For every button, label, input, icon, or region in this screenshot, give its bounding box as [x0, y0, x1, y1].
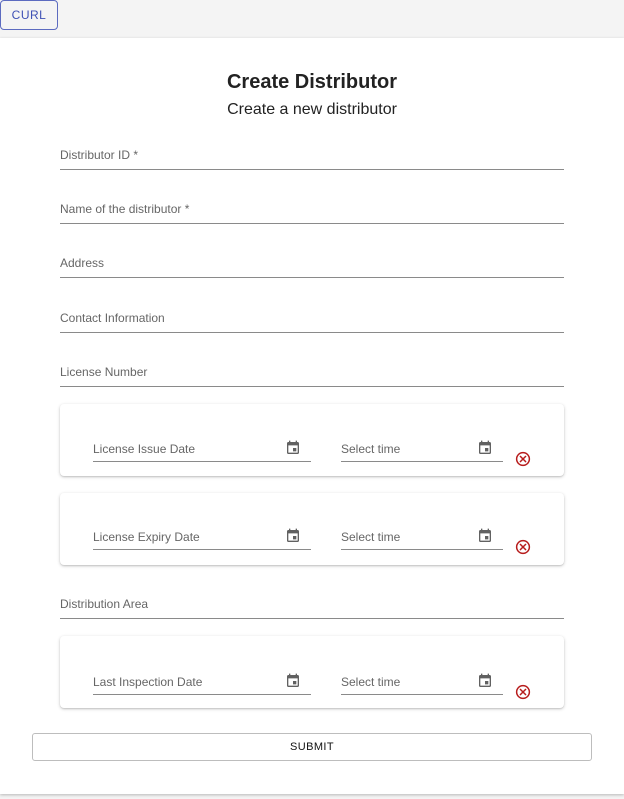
calendar-icon[interactable]: [477, 440, 493, 456]
calendar-icon[interactable]: [285, 528, 301, 544]
curl-button[interactable]: CURL: [0, 0, 58, 30]
distributor-name-field[interactable]: Name of the distributor *: [60, 200, 564, 224]
license-expiry-date-label: License Expiry Date: [93, 530, 200, 544]
page-subtitle: Create a new distributor: [227, 101, 397, 118]
clear-circle-icon[interactable]: [514, 450, 532, 468]
distributor-id-field[interactable]: Distributor ID *: [60, 146, 564, 170]
last-inspection-time-label: Select time: [341, 675, 401, 689]
license-expiry-time-field[interactable]: Select time: [341, 526, 503, 550]
page-title: Create Distributor: [226, 71, 398, 93]
license-issue-time-field[interactable]: Select time: [341, 438, 503, 462]
clear-circle-icon[interactable]: [514, 683, 532, 701]
calendar-icon[interactable]: [285, 673, 301, 689]
submit-button[interactable]: SUBMIT: [32, 733, 592, 761]
create-distributor-card: Create Distributor Create a new distribu…: [0, 38, 624, 794]
calendar-icon[interactable]: [285, 440, 301, 456]
license-expiry-time-label: Select time: [341, 530, 401, 544]
license-expiry-datetime: License Expiry Date Select time: [60, 493, 564, 565]
clear-circle-icon[interactable]: [514, 538, 532, 556]
license-issue-date-field[interactable]: License Issue Date: [93, 438, 311, 462]
calendar-icon[interactable]: [477, 673, 493, 689]
license-number-field[interactable]: License Number: [60, 363, 564, 387]
distributor-id-label: Distributor ID *: [60, 148, 139, 162]
address-label: Address: [60, 256, 105, 270]
license-issue-time-label: Select time: [341, 442, 401, 456]
last-inspection-datetime: Last Inspection Date Select time: [60, 636, 564, 708]
contact-information-field[interactable]: Contact Information: [60, 309, 564, 333]
calendar-icon[interactable]: [477, 528, 493, 544]
distributor-name-label: Name of the distributor *: [60, 202, 190, 216]
distribution-area-label: Distribution Area: [60, 597, 149, 611]
address-field[interactable]: Address: [60, 254, 564, 278]
license-expiry-date-field[interactable]: License Expiry Date: [93, 526, 311, 550]
last-inspection-time-field[interactable]: Select time: [341, 671, 503, 695]
license-issue-datetime: License Issue Date Select time: [60, 404, 564, 476]
license-number-label: License Number: [60, 365, 148, 379]
license-issue-date-label: License Issue Date: [93, 442, 196, 456]
contact-information-label: Contact Information: [60, 311, 165, 325]
last-inspection-date-label: Last Inspection Date: [93, 675, 203, 689]
last-inspection-date-field[interactable]: Last Inspection Date: [93, 671, 311, 695]
top-bar: CURL: [0, 0, 624, 38]
distribution-area-field[interactable]: Distribution Area: [60, 595, 564, 619]
